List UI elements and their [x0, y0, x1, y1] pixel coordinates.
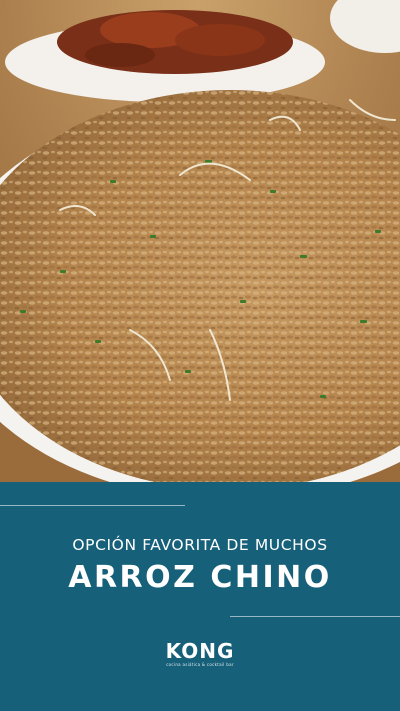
promo-panel: OPCIÓN FAVORITA DE MUCHOS ARROZ CHINO KO… [0, 482, 400, 711]
divider-line-bottom [230, 616, 400, 617]
fried-rice-photo [0, 0, 400, 482]
divider-line-top [0, 505, 185, 506]
promo-subtitle: OPCIÓN FAVORITA DE MUCHOS [72, 536, 328, 554]
brand-logo: KONG cocina asiática & cocktail bar [0, 640, 400, 668]
promo-title: ARROZ CHINO [68, 560, 332, 595]
brand-tagline: cocina asiática & cocktail bar [166, 662, 234, 667]
brand-name: KONG [165, 639, 235, 663]
